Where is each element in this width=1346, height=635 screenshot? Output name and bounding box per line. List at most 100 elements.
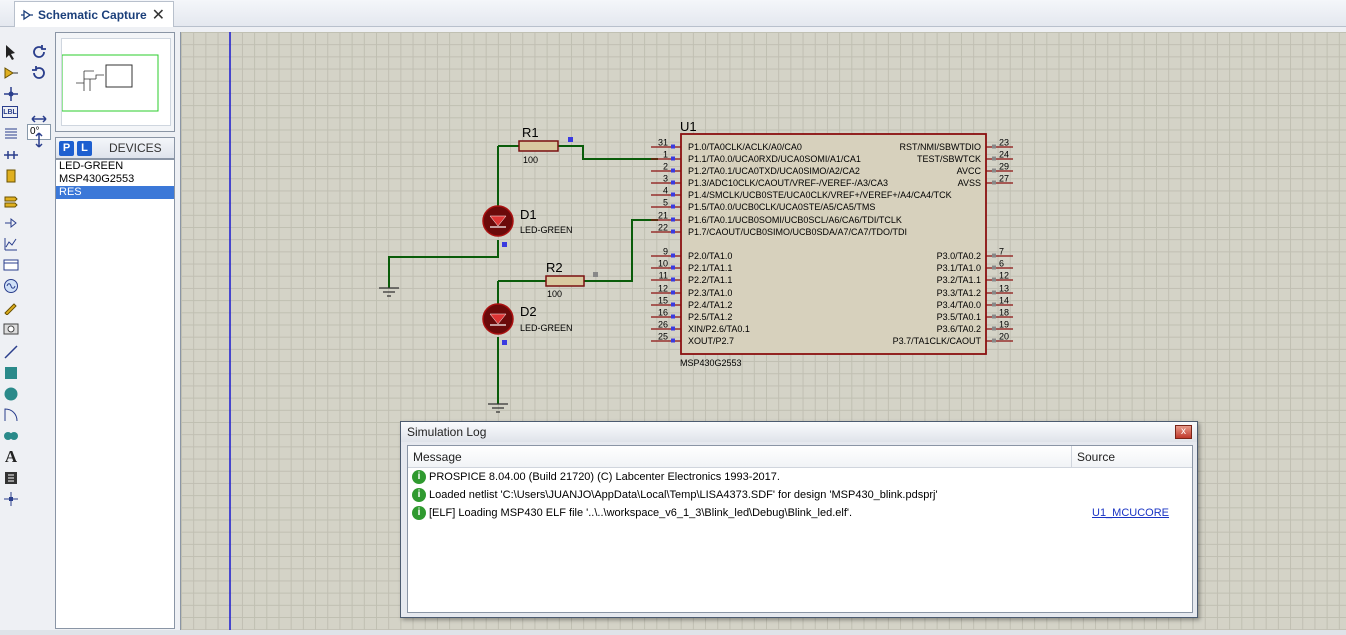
mode-toolbar: LBL A 0°	[0, 39, 52, 519]
pin-number: 21	[658, 211, 668, 221]
pin-number: 16	[658, 308, 668, 318]
pin-name: P2.4/TA1.2	[688, 300, 732, 310]
pin-number: 7	[999, 247, 1004, 257]
generator-mode-icon[interactable]	[2, 277, 20, 295]
text-script-icon[interactable]	[2, 125, 20, 143]
subcircuit-icon[interactable]	[2, 167, 20, 185]
log-message: Loaded netlist 'C:\Users\JUANJO\AppData\…	[429, 489, 938, 501]
r1-ref: R1	[522, 125, 539, 140]
terminals-icon[interactable]	[2, 192, 20, 210]
pin-number: 22	[658, 223, 668, 233]
pin-number: 10	[658, 259, 668, 269]
device-list-item[interactable]: MSP430G2553	[56, 173, 174, 186]
library-manager-button[interactable]: L	[77, 140, 92, 156]
device-list-item-selected[interactable]: RES	[56, 186, 174, 199]
r1-value: 100	[523, 155, 538, 165]
pin-number: 5	[663, 198, 668, 208]
marker-tool-icon[interactable]	[2, 490, 20, 508]
pin-number: 15	[658, 296, 668, 306]
text-tool-icon[interactable]: A	[2, 447, 20, 466]
wire-label-icon[interactable]: LBL	[2, 106, 18, 118]
pin-number: 31	[658, 138, 668, 148]
pin-number: 1	[663, 150, 668, 160]
pin-name: P2.0/TA1.0	[688, 251, 732, 261]
log-source-link[interactable]: U1_MCUCORE	[1072, 507, 1169, 519]
circle-tool-icon[interactable]	[2, 385, 20, 403]
pin-number: 29	[999, 162, 1009, 172]
arc-tool-icon[interactable]	[2, 406, 20, 424]
devices-title: DEVICES	[109, 141, 162, 155]
tab-schematic-capture[interactable]: Schematic Capture ✕	[14, 1, 174, 27]
pin-name: RST/NMI/SBWTDIO	[900, 142, 982, 152]
info-icon: i	[412, 506, 426, 520]
pin-name: XOUT/P2.7	[688, 336, 734, 346]
pin-name: P3.7/TA1CLK/CAOUT	[893, 336, 982, 346]
rotate-anticlockwise-icon[interactable]	[30, 64, 48, 82]
line-tool-icon[interactable]	[2, 343, 20, 361]
r2-value: 100	[547, 289, 562, 299]
voltage-probe-icon[interactable]	[2, 298, 20, 316]
component-mode-icon[interactable]	[2, 64, 20, 82]
led-d1[interactable]: D1 LED-GREEN	[482, 205, 573, 247]
pin-name: P1.0/TA0CLK/ACLK/A0/CA0	[688, 142, 802, 152]
simulation-log-window: Simulation Log x Message Source i PROSPI…	[400, 421, 1198, 618]
column-source-header[interactable]: Source	[1072, 446, 1188, 467]
document-tab-strip: Schematic Capture ✕	[0, 0, 1346, 27]
resistor-r2[interactable]: R2 100	[545, 260, 598, 299]
d2-value: LED-GREEN	[520, 323, 573, 333]
pin-name: P1.5/TA0.0/UCB0CLK/UCA0STE/A5/CA5/TMS	[688, 202, 875, 212]
rotate-clockwise-icon[interactable]	[30, 43, 48, 61]
overview-canvas[interactable]	[61, 38, 171, 126]
led-d2[interactable]: D2 LED-GREEN	[482, 303, 573, 345]
d2-ref: D2	[520, 304, 537, 319]
pin-name: P1.2/TA0.1/UCA0TXD/UCA0SIMO/A2/CA2	[688, 166, 860, 176]
graph-mode-icon[interactable]	[2, 235, 20, 253]
d1-ref: D1	[520, 207, 537, 222]
pin-number: 6	[999, 259, 1004, 269]
mirror-horizontal-icon[interactable]	[30, 110, 48, 128]
log-row: i [ELF] Loading MSP430 ELF file '..\..\w…	[408, 504, 1192, 522]
status-strip	[0, 630, 1346, 635]
info-icon: i	[412, 488, 426, 502]
close-simulation-log-button[interactable]: x	[1175, 425, 1192, 439]
device-list-item[interactable]: LED-GREEN	[56, 160, 174, 173]
symbol-tool-icon[interactable]	[2, 469, 20, 487]
path-tool-icon[interactable]	[2, 427, 20, 445]
pin-name: XIN/P2.6/TA0.1	[688, 324, 750, 334]
u1-part: MSP430G2553	[680, 358, 742, 368]
pin-name: P3.3/TA1.2	[937, 288, 981, 298]
mcu-u1[interactable]: U1 MSP430G2553 31 P1.0/TA0CLK/ACLK/A0/CA0…	[651, 119, 1013, 368]
r2-ref: R2	[546, 260, 563, 275]
pin-number: 20	[999, 332, 1009, 342]
junction-dot-icon[interactable]	[2, 85, 20, 103]
pick-devices-button[interactable]: P	[59, 140, 74, 156]
bus-icon[interactable]	[2, 146, 20, 164]
mirror-vertical-icon[interactable]	[30, 131, 48, 149]
info-icon: i	[412, 470, 426, 484]
pin-name: P2.1/TA1.1	[688, 263, 732, 273]
overview-window[interactable]	[55, 32, 175, 132]
pin-name: P2.3/TA1.0	[688, 288, 732, 298]
pin-number: 4	[663, 186, 668, 196]
column-message-header[interactable]: Message	[408, 446, 1072, 467]
pin-number: 3	[663, 174, 668, 184]
pin-number: 12	[658, 284, 668, 294]
pin-number: 27	[999, 174, 1009, 184]
log-message: PROSPICE 8.04.00 (Build 21720) (C) Labce…	[429, 471, 780, 483]
log-row: i PROSPICE 8.04.00 (Build 21720) (C) Lab…	[408, 468, 1192, 486]
pin-number: 12	[999, 271, 1009, 281]
pin-name: AVSS	[958, 178, 981, 188]
tape-recorder-icon[interactable]	[2, 256, 20, 274]
pin-name: TEST/SBWTCK	[917, 154, 981, 164]
schematic-icon	[20, 8, 34, 22]
pin-number: 11	[659, 271, 668, 281]
pin-number: 18	[999, 308, 1009, 318]
close-tab-icon[interactable]: ✕	[152, 5, 165, 25]
box-tool-icon[interactable]	[2, 364, 20, 382]
pin-name: P3.6/TA0.2	[937, 324, 981, 334]
selection-mode-icon[interactable]	[2, 43, 20, 61]
device-pins-icon[interactable]	[2, 214, 20, 232]
pin-number: 2	[663, 162, 668, 172]
pin-number: 13	[999, 284, 1009, 294]
virtual-instruments-icon[interactable]	[2, 319, 20, 337]
